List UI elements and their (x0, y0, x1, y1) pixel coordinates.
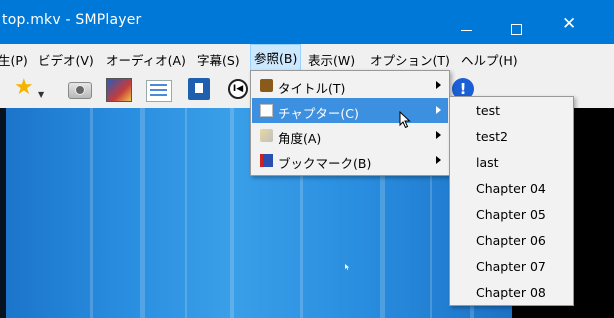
menu-item-label: 角度(A) (278, 131, 322, 146)
maximize-button[interactable] (492, 0, 542, 44)
menu-play[interactable]: 生(P) (0, 50, 28, 69)
menu-subtitles[interactable]: 字幕(S) (197, 50, 240, 69)
equalizer-line (150, 84, 167, 86)
chapter-item[interactable]: Chapter 05 (476, 207, 546, 222)
light-ray (185, 108, 187, 318)
menu-bar: 生(P) ビデオ(V) オーディオ(A) 字幕(S) 参照(B) 表示(W) オ… (0, 44, 614, 73)
screenshot-camera-icon[interactable] (68, 82, 92, 99)
menu-help[interactable]: ヘルプ(H) (461, 50, 518, 69)
title-book-icon (260, 79, 273, 92)
menu-view[interactable]: 表示(W) (308, 50, 355, 69)
minimize-button[interactable] (442, 0, 492, 44)
minimize-icon (461, 30, 472, 31)
window-title: top.mkv - SMPlayer (2, 12, 142, 28)
menu-browse[interactable]: 参照(B) (250, 44, 302, 72)
chapter-item[interactable]: Chapter 06 (476, 233, 546, 248)
menu-item-angle[interactable]: 角度(A) (252, 123, 448, 148)
chapter-item[interactable]: Chapter 07 (476, 259, 546, 274)
submenu-arrow-icon (436, 131, 441, 139)
chapter-item[interactable]: last (476, 155, 499, 170)
chapter-page-icon (260, 104, 273, 117)
bookmark-icon (260, 154, 273, 167)
picture-icon[interactable] (106, 78, 132, 102)
close-icon: ✕ (562, 14, 577, 34)
film-frame (195, 83, 203, 93)
menu-item-label: タイトル(T) (278, 81, 346, 96)
favorites-dropdown-icon[interactable]: ▼ (38, 90, 44, 99)
equalizer-line (150, 94, 167, 96)
angle-icon (260, 129, 273, 142)
film-icon[interactable] (188, 78, 210, 100)
video-left-border (0, 108, 6, 318)
video-cursor-icon (345, 264, 350, 270)
maximize-icon (511, 24, 522, 35)
chapter-submenu: test test2 last Chapter 04 Chapter 05 Ch… (449, 96, 574, 306)
mouse-cursor-icon (399, 111, 411, 129)
chapter-item[interactable]: Chapter 04 (476, 181, 546, 196)
menu-video[interactable]: ビデオ(V) (38, 50, 94, 69)
light-ray (140, 108, 145, 318)
camera-lens (75, 85, 85, 95)
favorites-star-icon[interactable]: ★ (14, 76, 34, 100)
light-ray (230, 108, 234, 318)
chapter-item[interactable]: test2 (476, 129, 508, 144)
light-ray (90, 108, 93, 318)
equalizer-icon[interactable] (146, 80, 172, 102)
chapter-item[interactable]: test (476, 103, 500, 118)
previous-icon[interactable]: I◀ (228, 79, 248, 99)
menu-options[interactable]: オプション(T) (370, 50, 450, 69)
menu-audio[interactable]: オーディオ(A) (106, 50, 186, 69)
menu-item-bookmark[interactable]: ブックマーク(B) (252, 148, 448, 173)
submenu-arrow-icon (436, 81, 441, 89)
close-button[interactable]: ✕ (544, 0, 594, 44)
submenu-arrow-icon (436, 106, 441, 114)
browse-menu-dropdown: タイトル(T) チャプター(C) 角度(A) ブックマーク(B) (250, 70, 450, 176)
menu-item-title[interactable]: タイトル(T) (252, 73, 448, 98)
menu-item-label: チャプター(C) (278, 106, 359, 121)
menu-item-chapter[interactable]: チャプター(C) (252, 98, 448, 123)
submenu-arrow-icon (436, 156, 441, 164)
menu-item-label: ブックマーク(B) (278, 156, 372, 171)
chapter-item[interactable]: Chapter 08 (476, 285, 546, 300)
title-bar: top.mkv - SMPlayer ✕ (0, 0, 614, 44)
equalizer-line (150, 89, 167, 91)
